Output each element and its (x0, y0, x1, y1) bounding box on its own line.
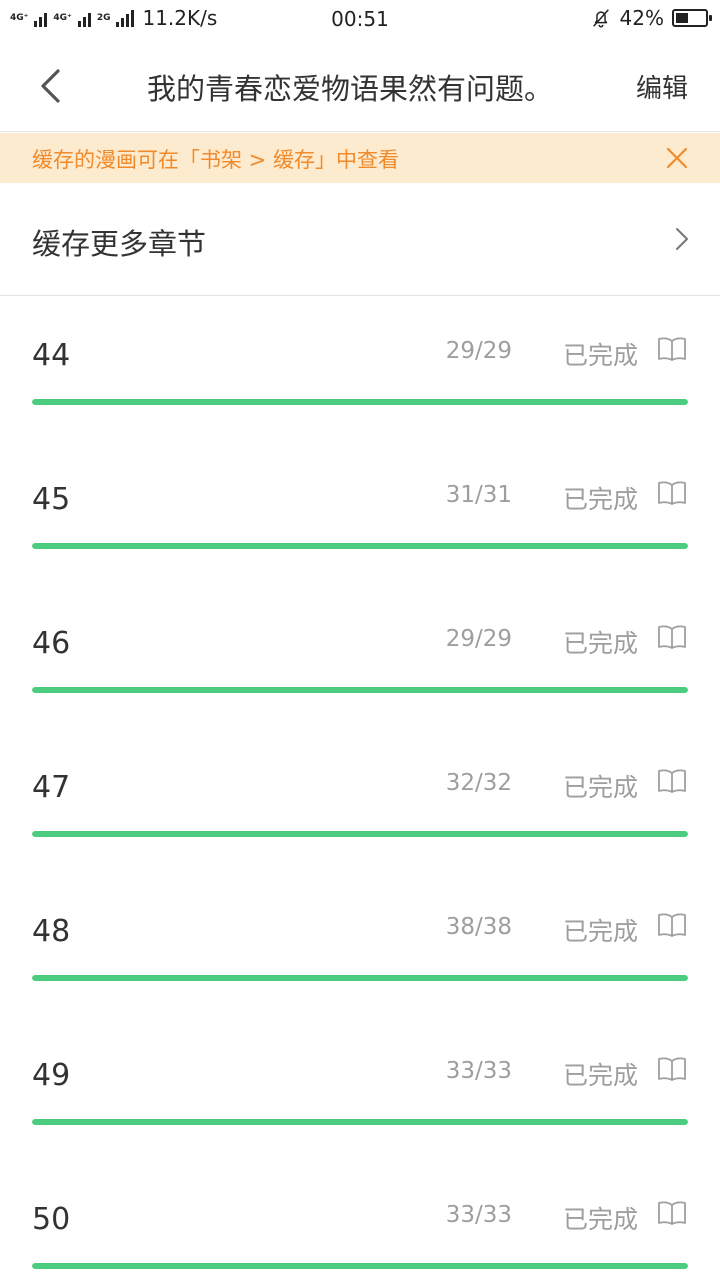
page-count: 38/38 (445, 914, 512, 940)
chapter-list: 44 29/29 已完成 45 31/31 已完成 46 29/29 已完成 4… (0, 296, 720, 1280)
download-status: 已完成 (563, 1061, 639, 1090)
page-title: 我的青春恋爱物语果然有问题。 (146, 72, 553, 106)
download-status: 已完成 (563, 773, 639, 802)
chapter-row[interactable]: 47 32/32 已完成 (0, 728, 720, 872)
download-progress-bar (32, 543, 688, 549)
open-book-icon[interactable] (657, 768, 687, 794)
chapter-number: 45 (32, 482, 71, 517)
chapter-number: 46 (32, 626, 71, 661)
download-status: 已完成 (563, 341, 639, 370)
chapter-number: 44 (32, 338, 71, 373)
download-progress-fill (32, 975, 688, 981)
download-progress-bar (32, 399, 688, 405)
page-count: 33/33 (445, 1202, 512, 1228)
open-book-icon[interactable] (657, 624, 687, 650)
chevron-right-icon (676, 228, 688, 250)
open-book-icon[interactable] (657, 480, 687, 506)
cache-more-chapters-label: 缓存更多章节 (32, 227, 207, 261)
page-count: 29/29 (445, 338, 512, 364)
open-book-icon[interactable] (657, 912, 687, 938)
chapter-row[interactable]: 50 33/33 已完成 (0, 1160, 720, 1280)
download-progress-fill (32, 1263, 688, 1269)
page-count: 33/33 (445, 1058, 512, 1084)
open-book-icon[interactable] (657, 1200, 687, 1226)
page-count: 29/29 (445, 626, 512, 652)
chapter-row[interactable]: 46 29/29 已完成 (0, 584, 720, 728)
download-progress-fill (32, 687, 688, 693)
chapter-row[interactable]: 49 33/33 已完成 (0, 1016, 720, 1160)
download-progress-bar (32, 975, 688, 981)
download-status: 已完成 (563, 917, 639, 946)
download-status: 已完成 (563, 485, 639, 514)
system-indicators: 42% (590, 6, 712, 30)
cache-notice-text: 缓存的漫画可在「书架 > 缓存」中查看 (32, 148, 399, 172)
download-progress-fill (32, 543, 688, 549)
page-count: 32/32 (445, 770, 512, 796)
page-count: 31/31 (445, 482, 512, 508)
download-progress-bar (32, 1119, 688, 1125)
chapter-number: 50 (32, 1202, 71, 1237)
open-book-icon[interactable] (657, 336, 687, 362)
close-icon[interactable] (664, 145, 690, 171)
chapter-number: 47 (32, 770, 71, 805)
open-book-icon[interactable] (657, 1056, 687, 1082)
download-progress-fill (32, 399, 688, 405)
download-status: 已完成 (563, 1205, 639, 1234)
edit-button[interactable]: 编辑 (636, 68, 688, 105)
chevron-left-icon[interactable] (28, 62, 76, 110)
app-header: 我的青春恋爱物语果然有问题。 编辑 (0, 40, 720, 132)
chapter-number: 49 (32, 1058, 71, 1093)
cache-more-chapters-row[interactable]: 缓存更多章节 (0, 183, 720, 296)
status-bar: 4G⁺ 4G⁺ 2G 11.2K/s 00:51 42% (0, 0, 720, 40)
download-progress-bar (32, 687, 688, 693)
download-progress-fill (32, 831, 688, 837)
bell-off-icon (592, 9, 609, 28)
download-progress-fill (32, 1119, 688, 1125)
battery-icon (672, 9, 712, 27)
chapter-row[interactable]: 44 29/29 已完成 (0, 296, 720, 440)
chapter-number: 48 (32, 914, 71, 949)
download-progress-bar (32, 831, 688, 837)
download-status: 已完成 (563, 629, 639, 658)
chapter-row[interactable]: 48 38/38 已完成 (0, 872, 720, 1016)
battery-percentage: 42% (619, 6, 664, 30)
chapter-row[interactable]: 45 31/31 已完成 (0, 440, 720, 584)
battery-level (676, 13, 688, 23)
cache-notice-banner: 缓存的漫画可在「书架 > 缓存」中查看 (0, 133, 720, 183)
download-progress-bar (32, 1263, 688, 1269)
